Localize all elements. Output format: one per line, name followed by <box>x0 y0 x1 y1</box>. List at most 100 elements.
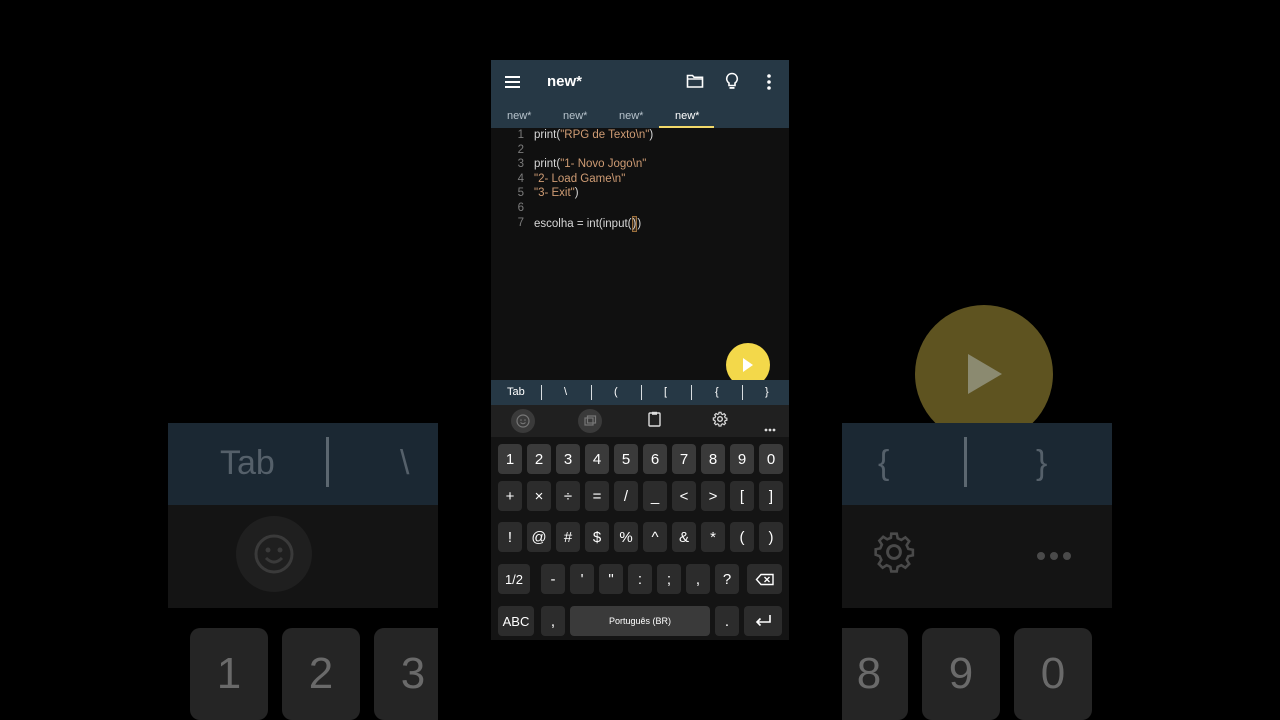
key[interactable]: ! <box>498 522 522 552</box>
line-number: 5 <box>517 187 524 200</box>
abc-key[interactable]: ABC <box>498 606 534 636</box>
key[interactable]: " <box>599 564 623 594</box>
key[interactable]: % <box>614 522 638 552</box>
tab-new-4-active[interactable]: new* <box>675 110 699 122</box>
key[interactable]: > <box>701 481 725 511</box>
key[interactable]: @ <box>527 522 551 552</box>
key[interactable]: , <box>686 564 710 594</box>
code-line: 3 print("1- Novo Jogo\n" <box>491 157 789 171</box>
menu-icon[interactable] <box>505 75 521 94</box>
key[interactable]: 2 <box>527 444 551 474</box>
backspace-key[interactable] <box>747 564 782 594</box>
key[interactable]: ] <box>759 481 783 511</box>
clipboard-icon[interactable] <box>648 411 661 432</box>
period-key[interactable]: . <box>715 606 739 636</box>
background-symbol-bar <box>168 423 438 505</box>
code-text: print("RPG de Texto\n") <box>534 129 654 141</box>
emoji-icon[interactable] <box>511 409 535 433</box>
key[interactable]: / <box>614 481 638 511</box>
tab-new-1[interactable]: new* <box>507 110 531 122</box>
keyboard-settings-gear-icon[interactable] <box>712 411 728 432</box>
key[interactable]: & <box>672 522 696 552</box>
line-number: 4 <box>517 172 524 185</box>
background-gear-icon <box>872 530 916 579</box>
key[interactable]: * <box>701 522 725 552</box>
key[interactable]: ( <box>730 522 754 552</box>
background-emoji-icon <box>236 516 312 592</box>
text-edit-icon[interactable] <box>578 409 602 433</box>
key[interactable]: 8 <box>701 444 725 474</box>
folder-icon[interactable] <box>686 73 704 94</box>
lightbulb-icon[interactable] <box>725 72 739 96</box>
symbol-brace-open[interactable]: { <box>715 386 719 398</box>
code-line: 7 escolha = int(input()) <box>491 215 789 232</box>
key[interactable]: ; <box>657 564 681 594</box>
symbol-tab[interactable]: Tab <box>507 386 525 398</box>
background-key: 2 <box>282 628 360 720</box>
line-number: 7 <box>517 216 524 229</box>
symbol-bracket[interactable]: [ <box>664 386 667 398</box>
separator <box>691 385 692 400</box>
video-frame: Tab \ 1 2 3 { } 8 9 0 new* new* new* new… <box>0 0 1280 720</box>
key[interactable]: ÷ <box>556 481 580 511</box>
tab-bar: new* new* new* new* <box>491 106 789 128</box>
background-tab-label: Tab <box>220 444 275 482</box>
background-more-icon <box>1036 548 1072 566</box>
code-line: 1 print("RPG de Texto\n") <box>491 128 789 142</box>
key[interactable]: ^ <box>643 522 667 552</box>
code-text: "3- Exit") <box>534 187 579 200</box>
key[interactable]: 7 <box>672 444 696 474</box>
key[interactable]: = <box>585 481 609 511</box>
background-brace-close: } <box>1036 444 1048 482</box>
key[interactable]: : <box>628 564 652 594</box>
separator <box>742 385 743 400</box>
background-key: 9 <box>922 628 1000 720</box>
key[interactable]: 1 <box>498 444 522 474</box>
comma-key[interactable]: , <box>541 606 565 636</box>
background-zoom-left: Tab \ 1 2 3 <box>168 0 438 720</box>
code-text: escolha = int(input()) <box>534 215 642 232</box>
key[interactable]: 0 <box>759 444 783 474</box>
space-key[interactable]: Português (BR) <box>570 606 710 636</box>
key[interactable]: ? <box>715 564 739 594</box>
separator <box>541 385 542 400</box>
background-separator <box>326 437 329 487</box>
key[interactable]: - <box>541 564 565 594</box>
enter-key[interactable] <box>744 606 782 636</box>
key[interactable]: ' <box>570 564 594 594</box>
background-separator <box>964 437 967 487</box>
code-line: 5 "3- Exit") <box>491 186 789 200</box>
code-text: "2- Load Game\n" <box>534 172 626 185</box>
key[interactable]: $ <box>585 522 609 552</box>
background-play-icon <box>968 354 1002 394</box>
symbol-paren[interactable]: ( <box>614 386 618 398</box>
tab-new-3[interactable]: new* <box>619 110 643 122</box>
tab-new-2[interactable]: new* <box>563 110 587 122</box>
background-key: 0 <box>1014 628 1092 720</box>
background-key: 3 <box>374 628 438 720</box>
key[interactable]: # <box>556 522 580 552</box>
key[interactable]: + <box>498 481 522 511</box>
key[interactable]: 5 <box>614 444 638 474</box>
key[interactable]: ) <box>759 522 783 552</box>
code-line: 4 "2- Load Game\n" <box>491 172 789 186</box>
key[interactable]: _ <box>643 481 667 511</box>
backspace-icon <box>755 573 774 585</box>
more-horiz-icon[interactable] <box>764 419 776 437</box>
key[interactable]: 4 <box>585 444 609 474</box>
key[interactable]: 6 <box>643 444 667 474</box>
key[interactable]: [ <box>730 481 754 511</box>
play-icon <box>743 358 753 372</box>
key[interactable]: 3 <box>556 444 580 474</box>
background-key: 1 <box>190 628 268 720</box>
phone-screen: new* new* new* new* new* 1 print("RPG de… <box>491 60 789 640</box>
enter-icon <box>755 615 771 627</box>
key[interactable]: < <box>672 481 696 511</box>
separator <box>641 385 642 400</box>
key[interactable]: × <box>527 481 551 511</box>
symbol-backslash[interactable]: \ <box>564 386 567 398</box>
key-fraction-toggle[interactable]: 1/2 <box>498 564 530 594</box>
symbol-brace-close[interactable]: } <box>765 386 769 398</box>
key[interactable]: 9 <box>730 444 754 474</box>
more-vert-icon[interactable] <box>767 74 771 95</box>
